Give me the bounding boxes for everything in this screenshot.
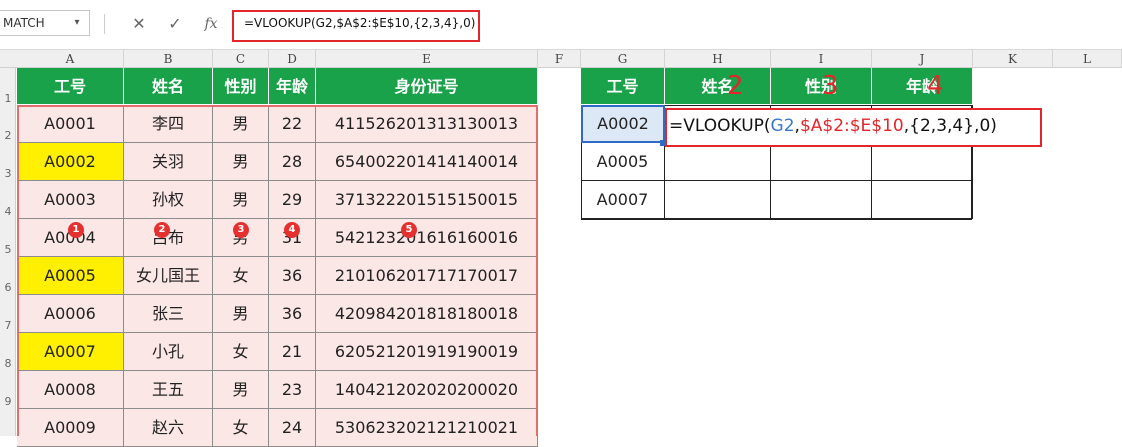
row-header-7[interactable]: 7 [0, 319, 16, 333]
header-cell[interactable]: 姓名 [124, 68, 213, 105]
column-header-h[interactable]: H [665, 50, 771, 68]
row-header-8[interactable]: 8 [0, 357, 16, 371]
formula-part-func: =VLOOKUP( [669, 116, 771, 136]
header-cell[interactable]: 性别 [213, 68, 269, 105]
fx-icon[interactable]: fx [200, 13, 222, 35]
formula-part-range: $A$2:$E$10 [799, 116, 904, 136]
lookup-header-cell[interactable]: 姓名 [665, 68, 771, 105]
header-cell[interactable]: 工号 [17, 68, 124, 105]
row-header-1[interactable]: 1 [0, 92, 16, 106]
row-header-9[interactable]: 9 [0, 395, 16, 409]
row-header-4[interactable]: 4 [0, 205, 16, 219]
row-header-3[interactable]: 3 [0, 167, 16, 181]
row-header-6[interactable]: 6 [0, 281, 16, 295]
source-range-border [17, 105, 538, 436]
header-cell[interactable]: 身份证号 [316, 68, 538, 105]
column-header-g[interactable]: G [581, 50, 665, 68]
enter-icon[interactable]: ✓ [164, 13, 186, 35]
row-header-2[interactable]: 2 [0, 129, 16, 143]
header-annotation-number: 3 [822, 71, 839, 101]
column-header-j[interactable]: J [872, 50, 973, 68]
formula-part-ref: G2 [770, 116, 795, 136]
column-header-i[interactable]: I [771, 50, 872, 68]
cancel-icon[interactable]: ✕ [128, 13, 150, 35]
column-header-d[interactable]: D [269, 50, 316, 68]
chevron-down-icon[interactable]: ▾ [70, 16, 84, 30]
cell-edit-formula: =VLOOKUP(G2,$A$2:$E$10,{2,3,4},0) [669, 116, 997, 136]
lookup-header-cell[interactable]: 年龄 [872, 68, 973, 105]
column-header-e[interactable]: E [316, 50, 538, 68]
lookup-header-cell[interactable]: 工号 [581, 68, 665, 105]
header-annotation-number: 2 [727, 71, 744, 101]
column-header-b[interactable]: B [124, 50, 213, 68]
column-header-k[interactable]: K [973, 50, 1053, 68]
header-cell[interactable]: 年龄 [269, 68, 316, 105]
active-cell-value: A0002 [597, 114, 649, 133]
row-header-5[interactable]: 5 [0, 243, 16, 257]
column-header-a[interactable]: A [17, 50, 124, 68]
header-annotation-number: 4 [927, 71, 944, 101]
column-header-c[interactable]: C [213, 50, 269, 68]
formula-input[interactable]: =VLOOKUP(G2,$A$2:$E$10,{2,3,4},0) [244, 16, 475, 30]
column-header-l[interactable]: L [1053, 50, 1122, 68]
divider [104, 14, 105, 34]
column-header-f[interactable]: F [538, 50, 581, 68]
formula-part-args: ,{2,3,4},0) [903, 116, 997, 136]
